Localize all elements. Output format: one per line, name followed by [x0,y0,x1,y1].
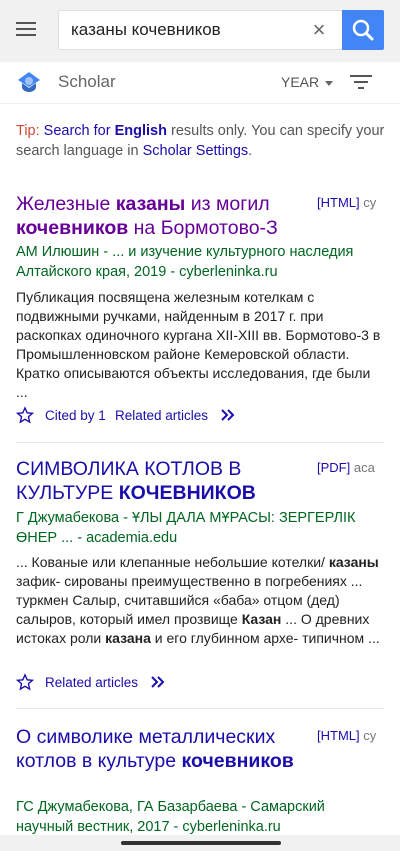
result-snippet: Публикация посвящена железным котелкам с… [16,289,381,400]
result-authors: ГС Джумабекова, ГА Базарбаева - Самарски… [16,799,325,835]
result-divider [16,442,384,443]
search-input[interactable] [71,11,299,49]
english-results-link[interactable]: English [115,123,167,139]
result-title-link[interactable]: СИМВОЛИКА КОТЛОВ В КУЛЬТУРЕ КОЧЕВНИКОВ [16,457,308,505]
top-bar: × [0,0,400,62]
scholar-brand-label[interactable]: Scholar [58,72,116,92]
year-filter-label: YEAR [281,74,320,90]
scholar-settings-link[interactable]: Scholar Settings [143,143,249,159]
result-authors: Г Джумабекова - ҰЛЫ ДАЛА МҰРАСЫ: ЗЕРГЕРЛ… [16,510,356,546]
save-star-icon[interactable] [16,673,34,691]
search-icon [352,19,374,41]
tip-label: Tip: [16,123,40,139]
tip-text-search-for[interactable]: Search for [44,123,111,139]
cited-by-link[interactable]: Cited by 1 [45,408,106,423]
save-star-icon[interactable] [16,406,34,424]
home-gesture-handle[interactable] [121,841,281,845]
related-articles-link[interactable]: Related articles [45,675,138,690]
year-filter-dropdown[interactable]: YEAR [281,74,334,90]
result-format-tag[interactable]: [PDF] aca [317,460,384,475]
tip-period: . [248,143,253,159]
result-format-tag[interactable]: [HTML] cy [317,728,384,743]
result-actions: Cited by 1 Related articles [16,406,384,428]
result-divider [16,708,384,709]
dropdown-caret-icon [325,80,334,86]
search-box[interactable]: × [58,10,342,50]
system-navigation-bar [0,835,400,851]
filter-options-icon[interactable] [350,73,374,91]
result-title-link[interactable]: О символике металлических котлов в культ… [16,725,308,773]
result-actions: Related articles [16,673,384,695]
more-options-icon[interactable] [219,406,237,424]
more-options-icon[interactable] [149,673,167,691]
result-snippet: ... Кованые или клепанные небольшие коте… [16,554,380,646]
hamburger-menu-icon[interactable] [16,20,40,38]
result-title-link[interactable]: Железные казаны из могил кочевников на Б… [16,192,308,240]
result-authors: АМ Илюшин - ... и изучение культурного н… [16,244,354,280]
search-button[interactable] [342,10,384,50]
search-tip: Tip: Search for English results only. Yo… [16,121,386,161]
clear-search-icon[interactable]: × [308,19,330,41]
result-format-tag[interactable]: [HTML] cy [317,195,384,210]
scholar-nav-bar: Scholar YEAR [0,62,400,104]
related-articles-link[interactable]: Related articles [115,408,208,423]
scholar-logo-icon[interactable] [16,70,42,94]
